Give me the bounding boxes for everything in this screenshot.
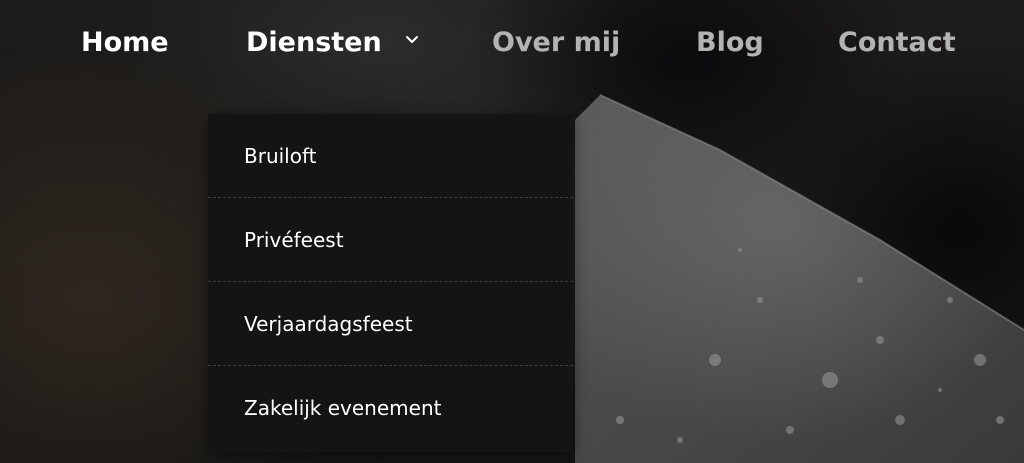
nav-item-over-mij[interactable]: Over mij xyxy=(492,23,620,63)
dropdown-item-privefeest[interactable]: Privéfeest xyxy=(208,198,573,282)
nav-item-diensten[interactable]: Diensten xyxy=(246,23,382,63)
dropdown-item-bruiloft[interactable]: Bruiloft xyxy=(208,114,573,198)
dropdown-item-zakelijk-evenement[interactable]: Zakelijk evenement xyxy=(208,366,573,450)
main-navigation: Home Diensten Over mij Blog Contact xyxy=(0,0,1024,88)
nav-item-home[interactable]: Home xyxy=(81,23,169,63)
diensten-dropdown-menu: Bruiloft Privéfeest Verjaardagsfeest Zak… xyxy=(208,114,573,452)
chevron-down-icon[interactable] xyxy=(405,33,419,47)
nav-item-blog[interactable]: Blog xyxy=(696,23,764,63)
nav-item-contact[interactable]: Contact xyxy=(838,23,956,63)
dropdown-item-verjaardagsfeest[interactable]: Verjaardagsfeest xyxy=(208,282,573,366)
